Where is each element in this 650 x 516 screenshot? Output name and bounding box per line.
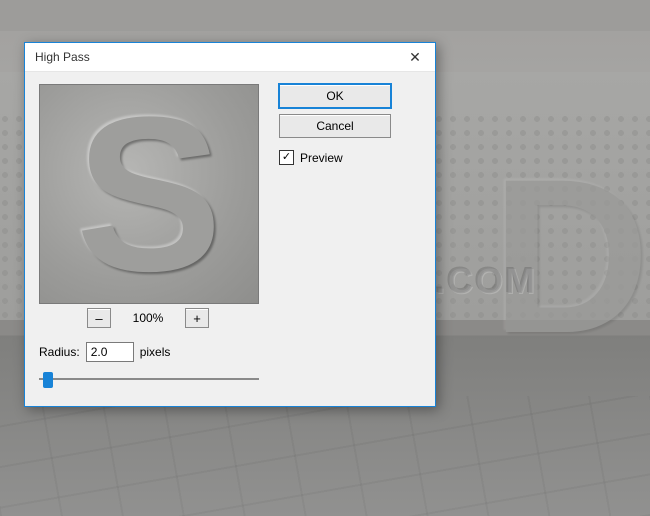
radius-input[interactable]	[86, 342, 134, 362]
radius-unit: pixels	[140, 345, 171, 359]
zoom-in-button[interactable]: +	[185, 308, 209, 328]
close-icon: ✕	[409, 49, 421, 66]
check-icon: ✓	[282, 152, 291, 163]
zoom-controls: – 100% +	[39, 308, 257, 328]
dialog-body: S – 100% + OK Cancel	[25, 72, 435, 406]
plus-icon: +	[193, 311, 201, 326]
slider-thumb[interactable]	[43, 372, 53, 388]
high-pass-dialog: High Pass ✕ S – 100% + OK	[24, 42, 436, 407]
preview-content: S	[40, 85, 258, 303]
radius-label: Radius:	[39, 345, 80, 359]
slider-track	[39, 378, 259, 380]
app-canvas: D WWW.PSD-DUDE.COM High Pass ✕ S – 100% …	[0, 0, 650, 516]
filter-preview[interactable]: S	[39, 84, 259, 304]
zoom-percent: 100%	[127, 311, 169, 325]
ok-label: OK	[326, 89, 343, 103]
radius-row: Radius: pixels	[39, 342, 421, 362]
minus-icon: –	[95, 311, 102, 326]
preview-label: Preview	[300, 151, 343, 165]
cancel-button[interactable]: Cancel	[279, 114, 391, 138]
preview-checkbox[interactable]: ✓	[279, 150, 294, 165]
dialog-title: High Pass	[35, 50, 90, 64]
background-cobble	[0, 396, 650, 516]
preview-toggle[interactable]: ✓ Preview	[279, 150, 391, 165]
radius-slider[interactable]	[39, 370, 259, 388]
close-button[interactable]: ✕	[395, 43, 435, 71]
zoom-out-button[interactable]: –	[87, 308, 111, 328]
cancel-label: Cancel	[316, 119, 353, 133]
dialog-titlebar[interactable]: High Pass ✕	[25, 43, 435, 72]
dialog-buttons: OK Cancel ✓ Preview	[279, 84, 391, 165]
ok-button[interactable]: OK	[279, 84, 391, 108]
